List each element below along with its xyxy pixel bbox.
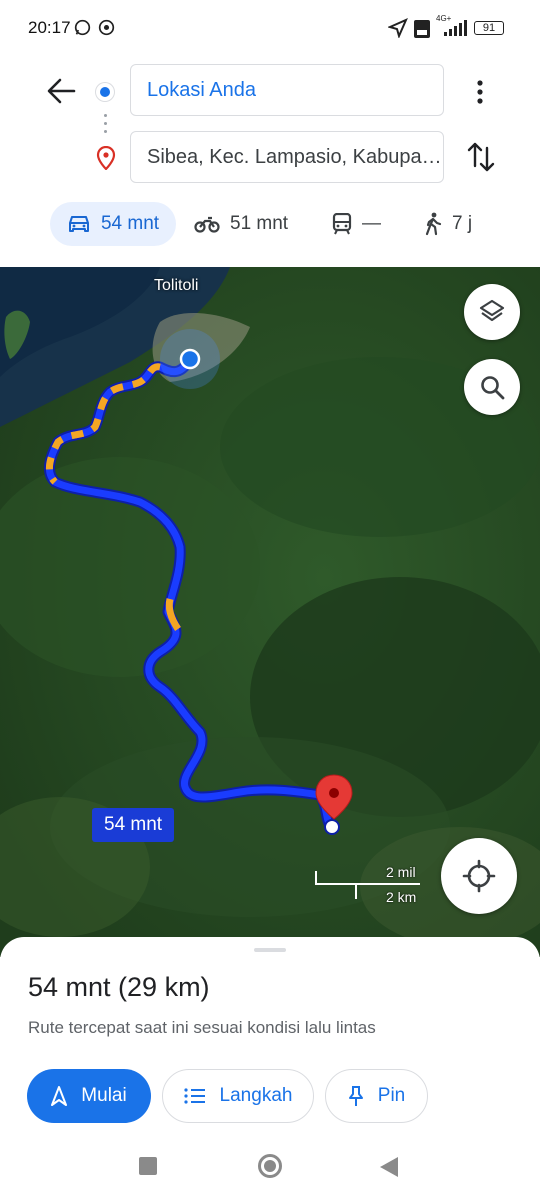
route-summary: 54 mnt (29 km) (28, 972, 210, 1002)
route-description: Rute tercepat saat ini sesuai kondisi la… (28, 1018, 376, 1037)
layers-button[interactable] (464, 284, 520, 340)
destination-pin-icon (96, 145, 116, 175)
transit-icon (332, 213, 352, 235)
origin-dot-icon (95, 82, 115, 102)
pin-button[interactable]: Pin (325, 1069, 428, 1123)
battery-icon: 91 (474, 21, 504, 35)
start-button[interactable]: Mulai (27, 1069, 151, 1123)
app-notification-icon (98, 19, 115, 41)
map-search-button[interactable] (464, 359, 520, 415)
destination-input[interactable]: Sibea, Kec. Lampasio, Kabupaten Tolitoli (130, 131, 444, 183)
status-time: 20:17 (28, 18, 71, 37)
signal-icon (436, 20, 468, 41)
scale-km: 2 km (386, 889, 417, 905)
status-bar: 20:17 4G+ 91 (0, 0, 540, 56)
eta-callout[interactable]: 54 mnt (92, 808, 175, 842)
sheet-drag-handle[interactable] (254, 948, 286, 952)
more-options-button[interactable] (470, 78, 490, 106)
mode-motorcycle-tab[interactable]: 51 mnt (194, 202, 288, 246)
whatsapp-icon (74, 19, 91, 41)
scale-miles: 2 mil (386, 864, 416, 880)
start-button-label: Mulai (81, 1085, 127, 1106)
search-icon (481, 376, 505, 400)
my-location-button[interactable] (441, 838, 517, 914)
navigation-arrow-icon (51, 1086, 68, 1106)
list-icon (183, 1088, 205, 1104)
map-place-label: Tolitoli (154, 277, 199, 294)
recents-nav-button[interactable] (139, 1157, 157, 1175)
location-arrow-icon (387, 18, 408, 43)
origin-input[interactable]: Lokasi Anda (130, 64, 444, 116)
walking-icon (425, 212, 442, 236)
motorcycle-icon (194, 216, 220, 233)
mode-car-tab[interactable]: 54 mnt (50, 202, 176, 246)
steps-button[interactable]: Langkah (162, 1069, 314, 1123)
route-dots-icon (104, 114, 107, 138)
back-nav-button[interactable] (380, 1157, 398, 1177)
pin-button-label: Pin (377, 1085, 406, 1106)
layers-icon (479, 299, 505, 322)
mode-transit-tab[interactable]: — (332, 202, 381, 246)
car-icon (68, 216, 89, 232)
back-button[interactable] (44, 76, 78, 106)
volte-icon (414, 20, 430, 43)
mode-walking-tab[interactable]: 7 j (424, 202, 472, 246)
mode-car-label: 54 mnt (100, 213, 160, 234)
my-location-icon (462, 859, 496, 893)
mode-walking-label: 7 j (452, 213, 473, 234)
more-vert-icon (477, 80, 483, 104)
pin-icon (348, 1086, 363, 1106)
arrow-left-icon (47, 78, 76, 104)
home-nav-button[interactable] (258, 1154, 282, 1178)
map-view[interactable]: Tolitoli 54 mnt 2 mil 2 km (0, 267, 540, 957)
mode-transit-label: — (362, 213, 381, 234)
steps-button-label: Langkah (219, 1085, 293, 1106)
swap-vert-icon (467, 142, 495, 172)
swap-route-button[interactable] (466, 140, 496, 174)
mode-motorcycle-label: 51 mnt (230, 213, 289, 234)
